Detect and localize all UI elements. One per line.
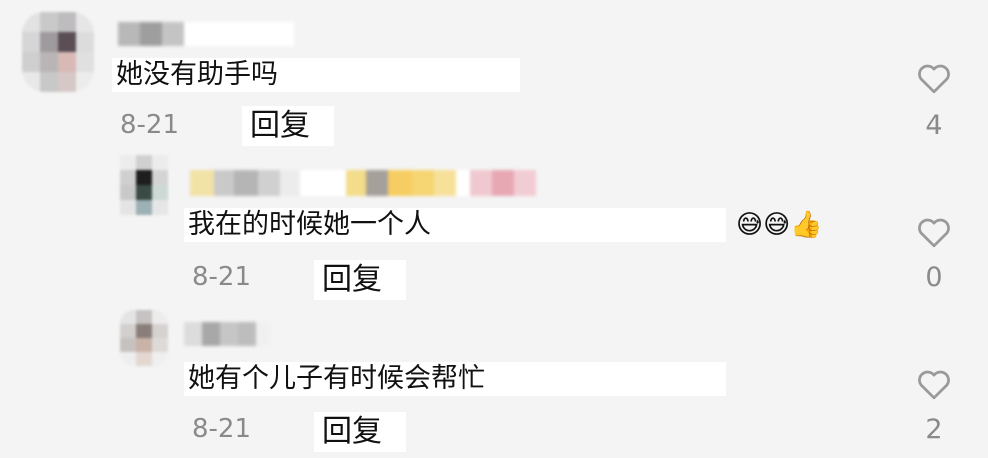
comment-bubble: 她没有助手吗 (112, 58, 520, 92)
avatar[interactable] (120, 310, 168, 366)
username-redacted[interactable] (190, 170, 536, 196)
comment-text: 她有个儿子有时候会帮忙 (188, 363, 485, 394)
like-count: 2 (925, 414, 943, 445)
comment-bubble: 我在的时候她一个人 (184, 208, 726, 242)
reply-button[interactable]: 回复 (314, 260, 406, 300)
avatar[interactable] (120, 155, 168, 215)
reply-button[interactable]: 回复 (242, 106, 334, 146)
heart-outline-icon[interactable] (916, 216, 952, 248)
emoji-group: 😅😅👍 (736, 210, 823, 240)
comment-date: 8-21 (120, 110, 180, 140)
username-redacted[interactable] (118, 22, 294, 46)
comment-date: 8-21 (192, 414, 252, 444)
like-count: 0 (925, 262, 943, 293)
comment-bubble: 她有个儿子有时候会帮忙 (184, 362, 726, 396)
heart-outline-icon[interactable] (916, 368, 952, 400)
avatar[interactable] (22, 12, 94, 92)
comment-date: 8-21 (192, 262, 252, 292)
comment-text: 她没有助手吗 (116, 59, 278, 90)
username-redacted[interactable] (184, 322, 270, 346)
like-count: 4 (925, 110, 943, 141)
heart-outline-icon[interactable] (916, 62, 952, 94)
comment-text: 我在的时候她一个人 (188, 209, 431, 240)
reply-button[interactable]: 回复 (314, 412, 406, 452)
